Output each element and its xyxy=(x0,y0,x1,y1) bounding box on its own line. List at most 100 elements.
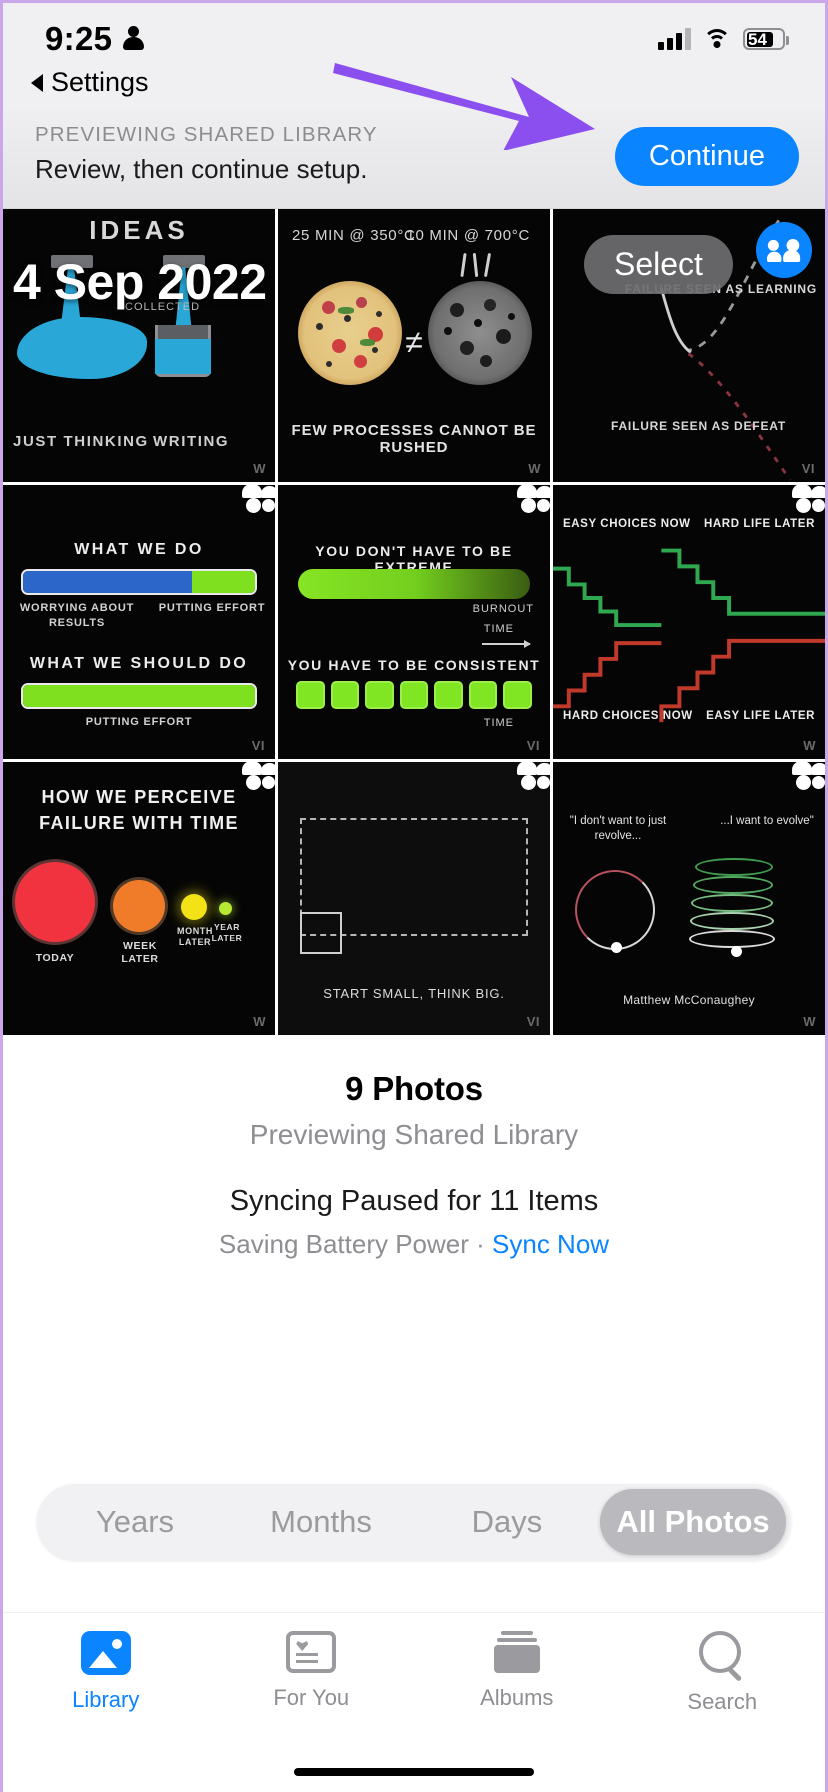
photo-cell-start-small[interactable]: START SMALL, THINK BIG. VI xyxy=(278,761,550,1036)
wifi-icon xyxy=(703,28,731,50)
photo-grid: IDEAS 4 Sep 2022 COLLECTED JUST THINKING… xyxy=(3,209,825,1036)
photo-cell-ideas[interactable]: IDEAS 4 Sep 2022 COLLECTED JUST THINKING… xyxy=(3,209,275,483)
status-bar-right: 54 xyxy=(658,28,789,50)
library-info-section: 9 Photos Previewing Shared Library Synci… xyxy=(3,1035,825,1261)
failure-dot-week xyxy=(113,879,165,932)
photo-4-label-left: WORRYING ABOUT RESULTS xyxy=(19,602,135,630)
failure-dot-year xyxy=(219,901,232,915)
back-button-label: Settings xyxy=(51,67,149,97)
tab-search[interactable]: Search xyxy=(620,1631,826,1792)
shared-library-banner: PREVIEWING SHARED LIBRARY Review, then c… xyxy=(3,109,825,209)
home-indicator xyxy=(294,1768,534,1776)
photo-5-label-time: TIME xyxy=(483,623,514,636)
photos-app-screen: 9:25 54 Settings PREVIEWING SHARED LIBRA… xyxy=(0,0,828,1792)
effort-bar-actual xyxy=(21,569,257,596)
photo-1-label-right: WRITING xyxy=(153,433,230,451)
sync-status-label: Syncing Paused for 11 Items xyxy=(229,1185,599,1218)
photo-5-label-time-2: TIME xyxy=(483,717,514,730)
tab-search-label: Search xyxy=(687,1689,758,1714)
chevron-left-icon xyxy=(31,73,43,92)
photo-cell-perceive-failure[interactable]: HOW WE PERCEIVE FAILURE WITH TIME TODAY … xyxy=(3,761,275,1036)
sync-now-link[interactable]: Sync Now xyxy=(492,1229,609,1259)
photo-7-label-week: WEEK LATER xyxy=(121,939,159,966)
tab-library-label: Library xyxy=(72,1687,140,1712)
banner-kicker: PREVIEWING SHARED LIBRARY xyxy=(35,123,378,146)
revolve-circle-graphic xyxy=(575,869,655,950)
photo-2-watermark: W xyxy=(528,461,541,477)
photo-6-label-top-right: HARD LIFE LATER xyxy=(703,518,815,531)
photo-4-heading-top: WHAT WE DO xyxy=(74,541,204,559)
timeline-segmented-control[interactable]: Years Months Days All Photos xyxy=(37,1484,791,1560)
photo-cell-failure-seen-as[interactable]: Select FAILURE SEEN AS LEARNING FAILURE … xyxy=(553,209,825,483)
photo-library-icon xyxy=(80,1631,131,1675)
segment-all-photos[interactable]: All Photos xyxy=(600,1489,786,1555)
albums-icon xyxy=(493,1631,540,1673)
photo-8-caption: START SMALL, THINK BIG. xyxy=(323,986,505,1002)
shared-library-badge xyxy=(756,222,812,278)
segment-years[interactable]: Years xyxy=(42,1489,228,1555)
ink-splat-shape xyxy=(17,317,147,379)
pizza-burnt-shape xyxy=(428,281,532,385)
collector-cup-shape xyxy=(155,325,211,377)
photo-2-label-right: 10 MIN @ 700°C xyxy=(406,227,530,244)
banner-subtitle: Review, then continue setup. xyxy=(35,154,368,184)
tab-bar: Library For You Albums Search xyxy=(3,1612,825,1792)
cellular-signal-icon xyxy=(658,28,691,50)
photo-cell-revolve-evolve[interactable]: "I don't want to just revolve... ...I wa… xyxy=(553,761,825,1036)
person-icon xyxy=(123,26,145,52)
for-you-icon xyxy=(286,1631,337,1673)
photo-9-quote-right: ...I want to evolve" xyxy=(720,814,814,827)
photo-5-heading-bottom: YOU HAVE TO BE CONSISTENT xyxy=(287,657,541,674)
photo-9-attribution: Matthew McConaughey xyxy=(623,993,755,1008)
search-icon xyxy=(699,1631,745,1677)
library-subtitle: Previewing Shared Library xyxy=(249,1119,579,1151)
sync-reason-row: Saving Battery Power · Sync Now xyxy=(3,1229,825,1260)
photo-3-label-bottom: FAILURE SEEN AS DEFEAT xyxy=(611,419,786,434)
segment-days[interactable]: Days xyxy=(414,1489,600,1555)
failure-dot-today xyxy=(15,861,95,942)
revolve-marker-dot xyxy=(611,941,622,953)
people-icon xyxy=(756,222,812,278)
photo-4-watermark: VI xyxy=(251,737,265,753)
photo-6-label-bottom-left: HARD CHOICES NOW xyxy=(563,710,693,723)
consistency-blocks xyxy=(296,681,533,710)
photo-cell-what-we-do[interactable]: WHAT WE DO WORRYING ABOUT RESULTS PUTTIN… xyxy=(3,485,275,759)
photo-1-title: IDEAS xyxy=(89,215,189,245)
photo-7-label-year: YEAR LATER xyxy=(211,921,243,943)
timeline-segmented-control-wrapper: Years Months Days All Photos xyxy=(3,1484,825,1560)
photo-7-watermark: W xyxy=(253,1014,266,1030)
extreme-gradient-bar xyxy=(298,569,530,600)
continue-button[interactable]: Continue xyxy=(614,127,799,186)
photo-4-label-bottom: PUTTING EFFORT xyxy=(85,716,193,729)
status-bar-clock: 9:25 xyxy=(45,20,113,57)
photo-cell-choices[interactable]: EASY CHOICES NOW HARD LIFE LATER HARD CH… xyxy=(553,485,825,759)
photo-4-label-right: PUTTING EFFORT xyxy=(158,602,266,615)
photo-cell-be-consistent[interactable]: YOU DON'T HAVE TO BE EXTREME BURNOUT TIM… xyxy=(278,485,550,759)
battery-icon: 54 xyxy=(743,28,789,50)
evolve-marker-dot xyxy=(731,945,742,957)
photo-1-label-left: JUST THINKING xyxy=(13,433,149,451)
photo-6-label-bottom-right: EASY LIFE LATER xyxy=(706,710,815,723)
photo-count-label: 9 Photos xyxy=(345,1070,483,1108)
small-solid-box xyxy=(300,911,342,954)
photo-9-quote-left: "I don't want to just revolve... xyxy=(569,814,667,843)
photo-cell-pizza[interactable]: 25 MIN @ 350°C 10 MIN @ 700°C ≠ FEW PROC… xyxy=(278,209,550,483)
photo-5-watermark: VI xyxy=(526,737,540,753)
back-to-settings-button[interactable]: Settings xyxy=(31,67,149,98)
select-button[interactable]: Select xyxy=(584,235,733,294)
photo-3-watermark: VI xyxy=(801,461,815,477)
photo-2-caption: FEW PROCESSES CANNOT BE RUSHED xyxy=(291,422,537,457)
segment-months[interactable]: Months xyxy=(228,1489,414,1555)
photo-4-heading-bottom: WHAT WE SHOULD DO xyxy=(29,655,249,673)
battery-level: 54 xyxy=(748,30,767,49)
photo-2-label-left: 25 MIN @ 350°C xyxy=(292,227,416,244)
tab-for-you-label: For You xyxy=(273,1685,350,1710)
sync-reason-label: Saving Battery Power · xyxy=(218,1229,493,1260)
photo-6-watermark: W xyxy=(803,737,816,753)
grid-date-overlay: 4 Sep 2022 xyxy=(13,254,267,310)
tab-library[interactable]: Library xyxy=(3,1631,209,1792)
time-arrow-icon-1 xyxy=(482,640,531,649)
photo-7-label-today: TODAY xyxy=(35,951,75,964)
navigation-bar: Settings xyxy=(3,65,825,109)
photo-2-operator: ≠ xyxy=(405,324,423,360)
